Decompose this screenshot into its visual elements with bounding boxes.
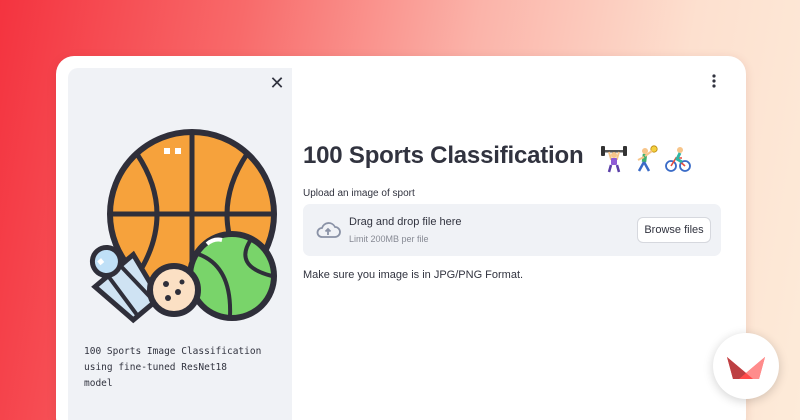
streamlit-logo: [727, 357, 765, 379]
sidebar-description: 100 Sports Image Classification using fi…: [84, 346, 262, 389]
close-sidebar-button[interactable]: ✕: [266, 72, 288, 94]
handball-icon: [637, 145, 658, 172]
app-window: ✕ 100 Sports Image Classification using …: [56, 56, 746, 420]
page-title: 100 Sports Classification: [303, 142, 584, 169]
sports-balls-illustration: [89, 129, 277, 324]
cycling-icon: [665, 147, 691, 172]
kebab-menu-icon: [712, 74, 716, 88]
format-note: Make sure you image is in JPG/PNG Format…: [303, 269, 524, 281]
weightlifting-icon: [601, 146, 627, 173]
cloud-upload-icon: [316, 222, 341, 238]
dropzone-instructions: Drag and drop file here: [349, 216, 462, 228]
streamlit-logo-badge[interactable]: [713, 333, 779, 399]
main-menu-button[interactable]: [704, 70, 724, 92]
browse-files-button[interactable]: Browse files: [637, 217, 711, 243]
file-size-limit: Limit 200MB per file: [349, 234, 429, 244]
upload-label: Upload an image of sport: [303, 188, 415, 199]
sidebar: ✕ 100 Sports Image Classification using …: [68, 68, 292, 420]
title-emoji-group: [601, 142, 691, 176]
close-icon: ✕: [269, 72, 285, 93]
file-dropzone[interactable]: Drag and drop file here Limit 200MB per …: [303, 204, 721, 256]
